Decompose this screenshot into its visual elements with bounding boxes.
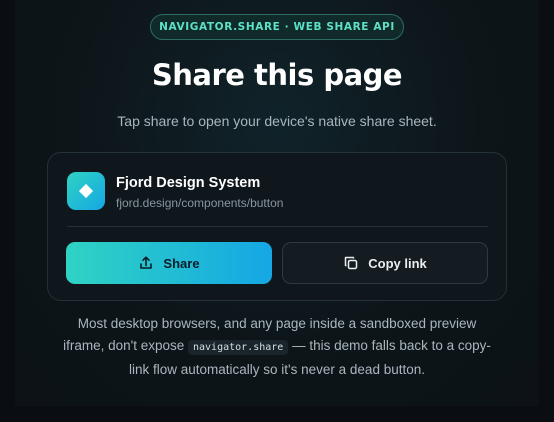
share-card: Fjord Design System fjord.design/compone… xyxy=(47,152,507,301)
copy-icon xyxy=(343,255,359,271)
inline-code: navigator.share xyxy=(188,340,289,355)
api-badge: NAVIGATOR.SHARE · WEB SHARE API xyxy=(150,14,404,40)
copy-link-button-label: Copy link xyxy=(368,255,427,271)
copy-link-button[interactable]: Copy link xyxy=(282,242,488,284)
app-icon xyxy=(67,172,105,210)
card-divider xyxy=(67,226,488,227)
fallback-note: Most desktop browsers, and any page insi… xyxy=(60,313,494,381)
fallback-note-text-end: — this demo falls back to a copy-link fl… xyxy=(129,338,491,377)
page-subtitle: Tap share to open your device's native s… xyxy=(117,113,437,129)
share-upload-icon xyxy=(138,255,154,271)
share-button[interactable]: Share xyxy=(66,242,272,284)
diamond-icon xyxy=(78,183,94,199)
page-title: Share this page xyxy=(151,58,403,92)
site-name: Fjord Design System xyxy=(116,175,261,191)
share-button-label: Share xyxy=(163,255,200,271)
site-url: fjord.design/components/button xyxy=(116,196,284,210)
page-background: NAVIGATOR.SHARE · WEB SHARE API Share th… xyxy=(0,0,554,422)
